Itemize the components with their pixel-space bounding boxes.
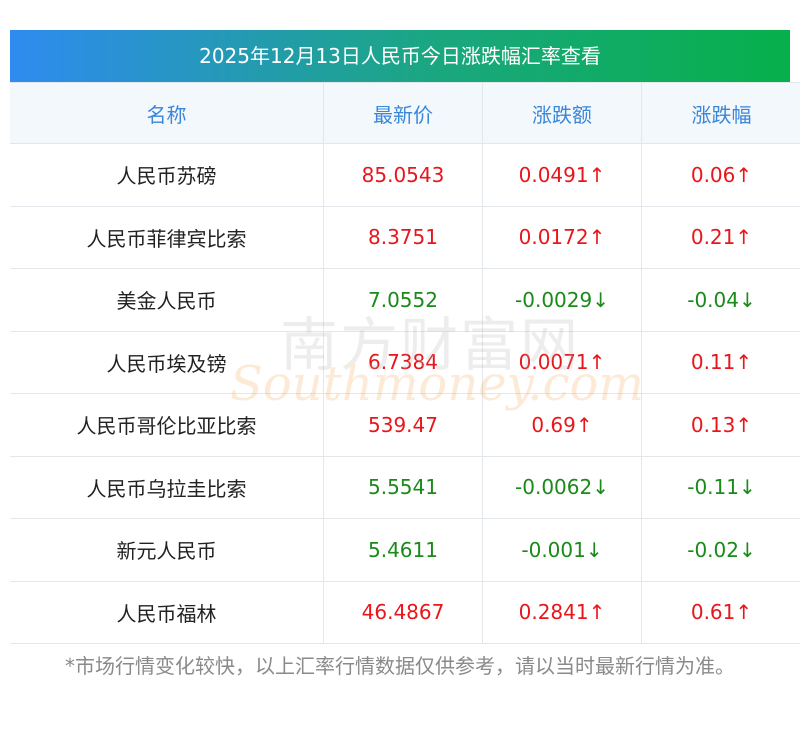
rates-table: 名称 最新价 涨跌额 涨跌幅 人民币苏磅 85.0543 0.0491↑ 0.06↑ 人… [10,82,800,644]
percent-cell: -0.04↓ [641,268,800,332]
header-percent: 涨跌幅 [641,82,800,144]
currency-name-cell: 人民币苏磅 [10,143,324,207]
header-change: 涨跌额 [482,82,642,144]
table-row: 人民币苏磅 85.0543 0.0491↑ 0.06↑ [10,143,800,207]
percent-cell: 0.06↑ [641,143,800,207]
table-row: 美金人民币 7.0552 -0.0029↓ -0.04↓ [10,268,800,332]
change-cell: -0.0062↓ [482,455,642,519]
table-row: 人民币菲律宾比索 8.3751 0.0172↑ 0.21↑ [10,205,800,269]
price-cell: 8.3751 [323,205,483,269]
price-cell: 46.4867 [323,580,483,644]
price-cell: 85.0543 [323,143,483,207]
table-title: 2025年12月13日人民币今日涨跌幅汇率查看 [10,30,790,82]
currency-name-cell: 新元人民币 [10,518,324,582]
disclaimer-note: *市场行情变化较快，以上汇率行情数据仅供参考，请以当时最新行情为准。 [65,654,735,678]
price-cell: 7.0552 [323,268,483,332]
table-row: 人民币福林 46.4867 0.2841↑ 0.61↑ [10,580,800,644]
percent-cell: -0.02↓ [641,518,800,582]
change-cell: 0.0071↑ [482,330,642,394]
price-cell: 6.7384 [323,330,483,394]
currency-name-cell: 人民币福林 [10,580,324,644]
rates-panel: 2025年12月13日人民币今日涨跌幅汇率查看 名称 最新价 涨跌额 涨跌幅 人… [10,30,800,644]
percent-cell: -0.11↓ [641,455,800,519]
currency-name-cell: 人民币埃及镑 [10,330,324,394]
currency-name-cell: 美金人民币 [10,268,324,332]
price-cell: 539.47 [323,393,483,457]
price-cell: 5.4611 [323,518,483,582]
table-row: 新元人民币 5.4611 -0.001↓ -0.02↓ [10,518,800,582]
change-cell: 0.0172↑ [482,205,642,269]
percent-cell: 0.13↑ [641,393,800,457]
percent-cell: 0.61↑ [641,580,800,644]
currency-name-cell: 人民币菲律宾比索 [10,205,324,269]
change-cell: -0.0029↓ [482,268,642,332]
table-row: 人民币埃及镑 6.7384 0.0071↑ 0.11↑ [10,330,800,394]
change-cell: -0.001↓ [482,518,642,582]
change-cell: 0.69↑ [482,393,642,457]
change-cell: 0.2841↑ [482,580,642,644]
table-header-row: 名称 最新价 涨跌额 涨跌幅 [10,82,800,144]
percent-cell: 0.21↑ [641,205,800,269]
table-row: 人民币乌拉圭比索 5.5541 -0.0062↓ -0.11↓ [10,455,800,519]
currency-name-cell: 人民币乌拉圭比索 [10,455,324,519]
percent-cell: 0.11↑ [641,330,800,394]
header-price: 最新价 [323,82,483,144]
table-row: 人民币哥伦比亚比索 539.47 0.69↑ 0.13↑ [10,393,800,457]
currency-name-cell: 人民币哥伦比亚比索 [10,393,324,457]
change-cell: 0.0491↑ [482,143,642,207]
price-cell: 5.5541 [323,455,483,519]
header-name: 名称 [10,82,324,144]
